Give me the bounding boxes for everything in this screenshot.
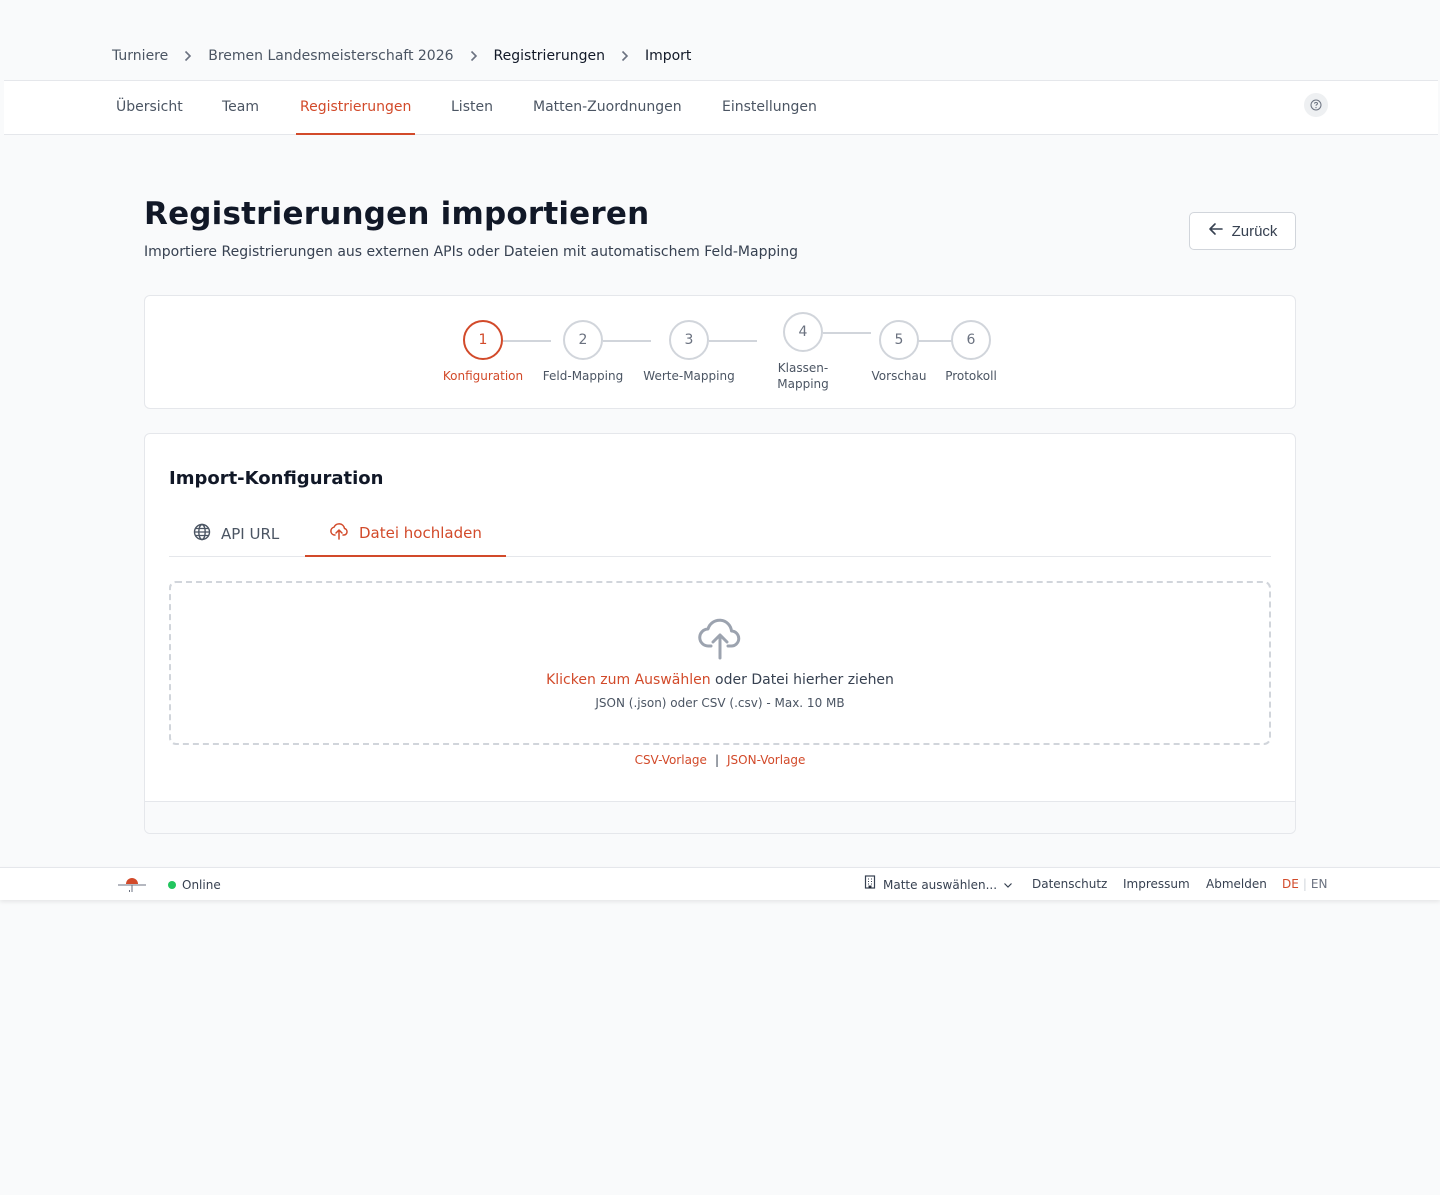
template-links: CSV-Vorlage | JSON-Vorlage: [145, 753, 1295, 767]
back-button[interactable]: Zurück: [1189, 212, 1296, 250]
import-config-card: Import-Konfiguration API URL Datei hochl…: [144, 433, 1296, 834]
tab-registrierungen[interactable]: Registrierungen: [296, 81, 416, 135]
step-number: 1: [463, 320, 503, 360]
card-footer: [145, 801, 1295, 833]
chevron-right-icon: [184, 50, 194, 62]
online-indicator: [168, 880, 176, 889]
template-separator: |: [714, 753, 719, 767]
step-label-line: Mapping: [777, 377, 829, 391]
step-label: Konfiguration: [442, 369, 524, 383]
dropzone-text: Klicken zum Auswählen oder Datei hierher…: [171, 672, 1269, 688]
step-label: Vorschau: [871, 369, 927, 383]
config-title: Import-Konfiguration: [169, 468, 384, 489]
arrow-left-icon: [1208, 222, 1224, 240]
page-title: Registrierungen importieren: [144, 196, 650, 232]
app-logo: [117, 876, 147, 894]
lang-separator: |: [1302, 877, 1307, 891]
page-subtitle: Importiere Registrierungen aus externen …: [144, 244, 799, 260]
step-number: 5: [879, 320, 919, 360]
mat-select-label: Matte auswählen...: [883, 877, 998, 892]
step-number: 2: [563, 320, 603, 360]
csv-template-link[interactable]: CSV-Vorlage: [635, 753, 707, 767]
breadcrumb-item-registrierungen[interactable]: Registrierungen: [494, 48, 605, 64]
connection-status: Online: [168, 868, 221, 901]
tab-matten-zuordnungen[interactable]: Matten-Zuordnungen: [529, 81, 686, 135]
dropzone-rest-text: oder Datei hierher ziehen: [710, 672, 894, 688]
step-klassen-mapping[interactable]: 4 Klassen- Mapping: [759, 312, 847, 392]
tab-team[interactable]: Team: [218, 81, 263, 135]
back-button-label: Zurück: [1231, 222, 1278, 240]
help-button[interactable]: [1304, 93, 1328, 117]
breadcrumb-item-tournament[interactable]: Bremen Landesmeisterschaft 2026: [208, 48, 453, 64]
breadcrumb-item-import: Import: [644, 48, 692, 64]
step-number: 4: [783, 312, 823, 352]
building-icon: [863, 869, 877, 901]
datenschutz-link[interactable]: Datenschutz: [1032, 868, 1107, 901]
tab-label: API URL: [221, 524, 280, 543]
json-template-link[interactable]: JSON-Vorlage: [727, 753, 805, 767]
tab-datei-hochladen[interactable]: Datei hochladen: [305, 510, 506, 557]
file-dropzone[interactable]: Klicken zum Auswählen oder Datei hierher…: [169, 581, 1271, 745]
tab-api-url[interactable]: API URL: [169, 510, 303, 557]
app-footer: Online Matte auswählen... Datenschutz Im…: [0, 867, 1440, 900]
chevron-right-icon: [621, 50, 631, 62]
step-label-line: Klassen-: [777, 361, 829, 375]
chevron-right-icon: [470, 50, 480, 62]
abmelden-link[interactable]: Abmelden: [1206, 868, 1267, 901]
tournament-nav: Übersicht Team Registrierungen Listen Ma…: [4, 80, 1438, 135]
select-file-link[interactable]: Klicken zum Auswählen: [546, 672, 711, 688]
mat-select[interactable]: Matte auswählen...: [863, 868, 1013, 901]
question-circle-icon: [1310, 96, 1322, 115]
lang-en[interactable]: EN: [1311, 877, 1328, 891]
breadcrumb-item-turniere[interactable]: Turniere: [112, 48, 168, 64]
step-label: Feld-Mapping: [542, 369, 624, 383]
status-label: Online: [182, 877, 221, 892]
step-number: 6: [951, 320, 991, 360]
impressum-link[interactable]: Impressum: [1123, 868, 1190, 901]
step-protokoll[interactable]: 6 Protokoll: [935, 320, 1007, 384]
step-label: Protokoll: [945, 369, 997, 383]
tab-einstellungen[interactable]: Einstellungen: [718, 81, 821, 135]
chevron-down-icon: [1003, 869, 1013, 901]
tab-uebersicht[interactable]: Übersicht: [112, 81, 187, 135]
upload-cloud-icon: [697, 615, 743, 661]
step-werte-mapping[interactable]: 3 Werte-Mapping: [639, 320, 739, 384]
step-konfiguration[interactable]: 1 Konfiguration: [439, 320, 527, 384]
step-vorschau[interactable]: 5 Vorschau: [859, 320, 939, 384]
step-number: 3: [669, 320, 709, 360]
language-switcher: DE | EN: [1282, 868, 1327, 901]
import-stepper: 1 Konfiguration 2 Feld-Mapping 3 Werte-M…: [144, 295, 1296, 409]
step-label: Werte-Mapping: [643, 369, 735, 383]
upload-cloud-icon: [329, 522, 349, 544]
step-label: Klassen- Mapping: [777, 360, 829, 392]
step-feld-mapping[interactable]: 2 Feld-Mapping: [539, 320, 627, 384]
dropzone-hint: JSON (.json) oder CSV (.csv) - Max. 10 M…: [595, 696, 845, 710]
breadcrumb: Turniere Bremen Landesmeisterschaft 2026…: [112, 46, 691, 66]
globe-icon: [193, 523, 211, 545]
tab-label: Datei hochladen: [359, 523, 482, 542]
lang-de[interactable]: DE: [1282, 877, 1299, 891]
tab-listen[interactable]: Listen: [447, 81, 497, 135]
